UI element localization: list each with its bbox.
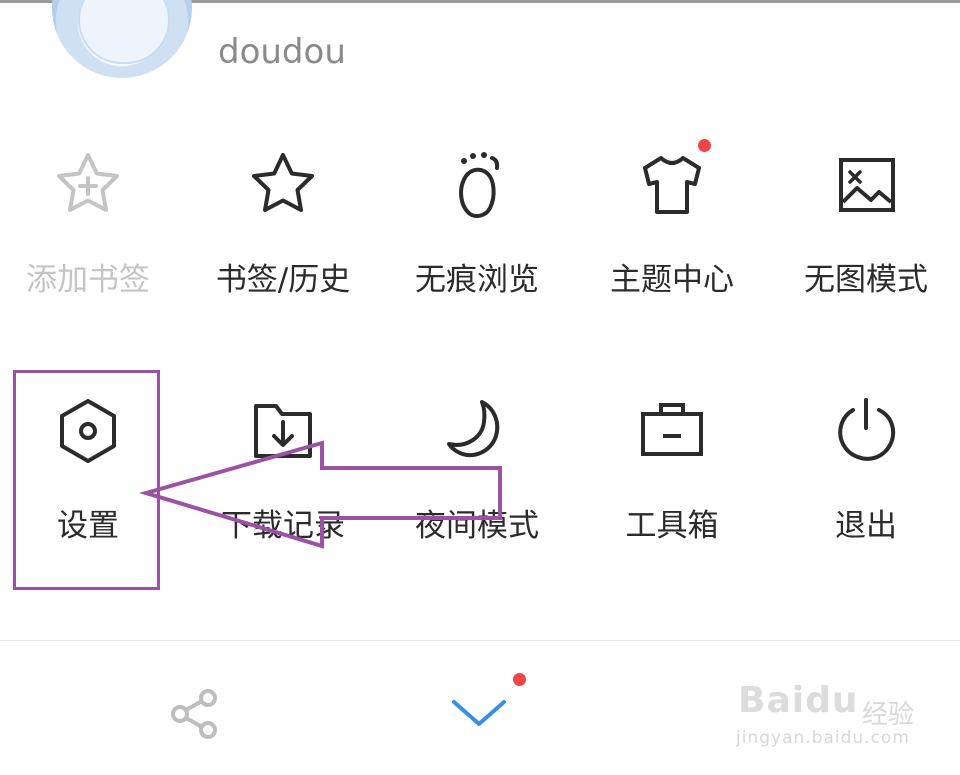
avatar[interactable]: [52, 0, 192, 78]
star-plus-icon: [57, 153, 119, 212]
incognito-button[interactable]: 无痕浏览: [381, 150, 573, 320]
add-bookmark-label: 添加书签: [26, 262, 150, 298]
no-image-mode-button[interactable]: 无图模式: [770, 150, 960, 320]
footprint-icon: [459, 152, 500, 218]
theme-notification-dot: [698, 139, 711, 152]
collapse-notification-dot: [513, 673, 526, 686]
bookmarks-history-button[interactable]: 书签/历史: [187, 150, 379, 320]
toolbox-icon: [641, 403, 703, 456]
moon-icon: [447, 400, 500, 458]
download-history-button[interactable]: 下载记录: [187, 396, 379, 566]
incognito-label: 无痕浏览: [415, 262, 539, 298]
power-icon: [838, 398, 896, 461]
watermark-brand-cn: 经验: [862, 700, 915, 730]
night-mode-label: 夜间模式: [415, 508, 539, 544]
no-image-mode-label: 无图模式: [804, 262, 928, 298]
baidu-jingyan-watermark: Baidu 经验 jingyan.baidu.com: [732, 668, 932, 758]
username[interactable]: doudou: [218, 32, 346, 72]
tshirt-icon: [643, 156, 701, 214]
toolbox-button[interactable]: 工具箱: [576, 396, 768, 566]
annotation-highlight-box: [13, 370, 160, 590]
add-bookmark-button[interactable]: 添加书签: [0, 150, 184, 320]
star-icon: [252, 153, 314, 212]
download-history-label: 下载记录: [221, 508, 345, 544]
download-folder-icon: [254, 404, 312, 458]
watermark-brand: Baidu: [738, 680, 859, 721]
no-image-icon: [839, 158, 895, 212]
exit-button[interactable]: 退出: [770, 396, 960, 566]
watermark-url: jingyan.baidu.com: [736, 728, 910, 748]
toolbox-label: 工具箱: [625, 508, 719, 544]
night-mode-button[interactable]: 夜间模式: [381, 396, 573, 566]
theme-center-button[interactable]: 主题中心: [576, 139, 768, 320]
theme-center-label: 主题中心: [610, 262, 734, 298]
bottom-divider: [0, 640, 960, 641]
exit-label: 退出: [835, 508, 897, 544]
bookmarks-history-label: 书签/历史: [215, 262, 351, 298]
avatar-face: [78, 0, 170, 64]
share-icon[interactable]: [170, 688, 222, 740]
chevron-down-icon[interactable]: [450, 696, 508, 730]
